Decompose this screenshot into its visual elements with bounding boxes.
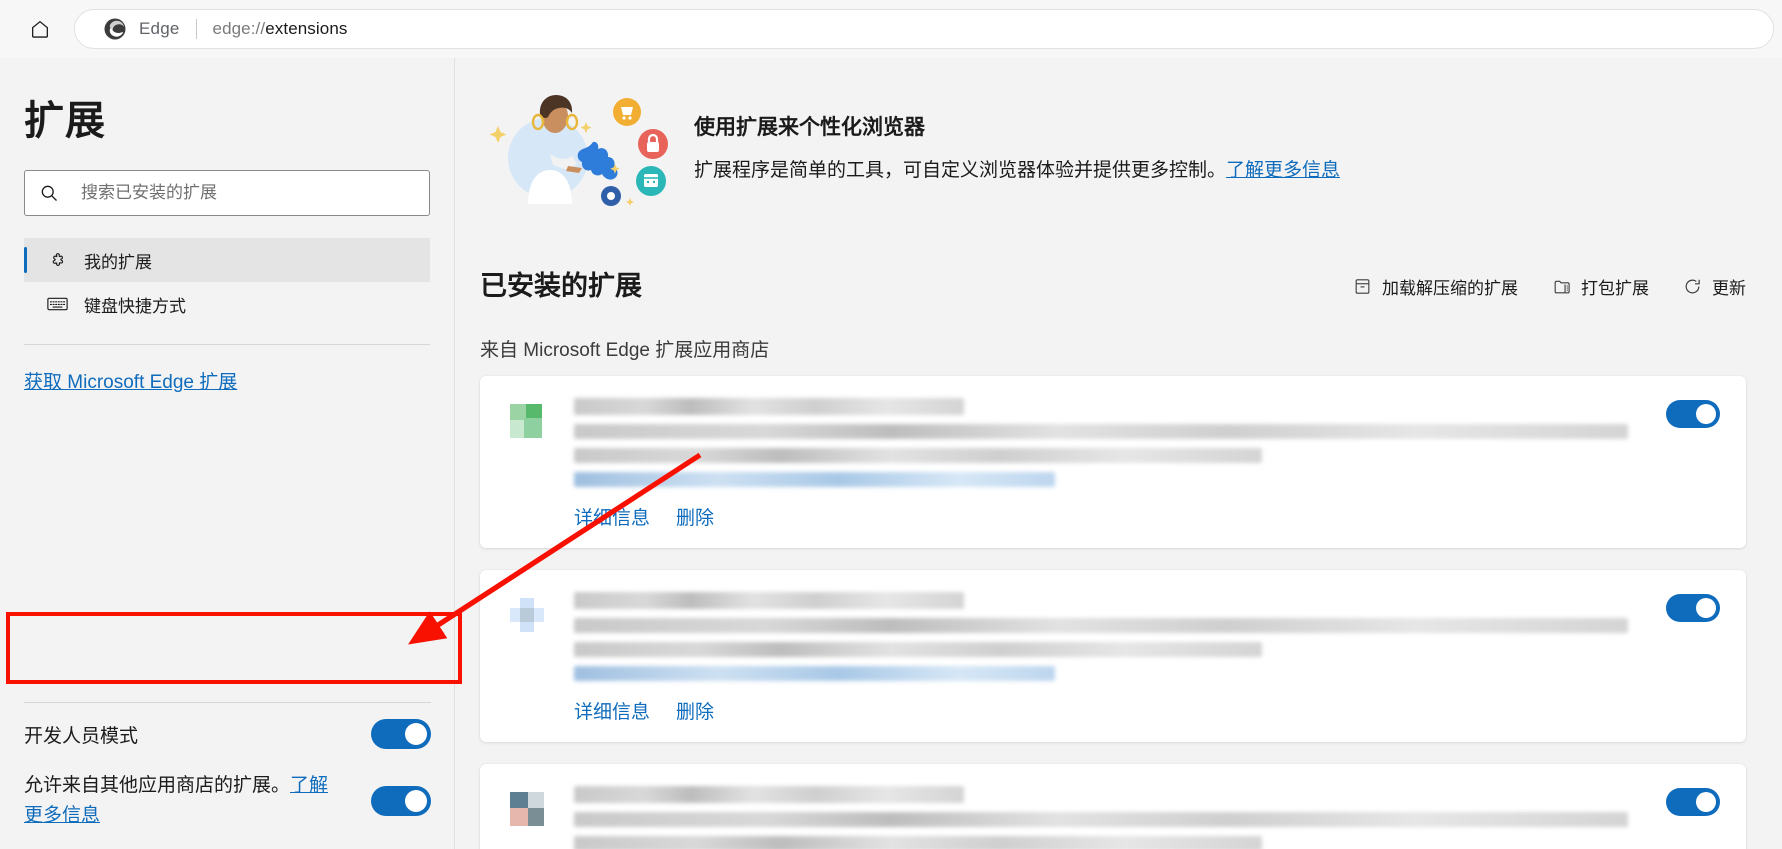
refresh-icon	[1685, 279, 1700, 294]
extension-description-redacted	[574, 424, 1629, 439]
package-icon	[1554, 280, 1570, 294]
extension-description-redacted	[574, 618, 1629, 633]
update-button[interactable]: 更新	[1683, 274, 1746, 299]
extension-icon	[508, 790, 546, 828]
extension-card-links: 详细信息 删除	[574, 697, 1720, 724]
hero-learn-more-link[interactable]: 了解更多信息	[1226, 160, 1340, 181]
extension-name-redacted	[574, 398, 964, 415]
sidebar-nav: 我的扩展 键盘快捷方式	[0, 238, 454, 326]
extensions-page: Edge edge://extensions 扩展 我的扩展	[0, 0, 1782, 849]
extensions-group-label: 来自 Microsoft Edge 扩展应用商店	[480, 340, 770, 361]
details-link[interactable]: 详细信息	[574, 697, 650, 724]
extension-name-redacted	[574, 786, 964, 803]
extension-info: 详细信息 删除	[574, 398, 1720, 530]
main-content: 使用扩展来个性化浏览器 扩展程序是简单的工具，可自定义浏览器体验并提供更多控制。…	[456, 58, 1782, 849]
developer-settings: 开发人员模式 允许来自其他应用商店的扩展。了解更多信息	[0, 702, 455, 831]
pack-extension-button[interactable]: 打包扩展	[1552, 274, 1649, 299]
extension-card[interactable]: 详细信息 删除	[480, 570, 1746, 742]
extension-description-redacted	[574, 448, 1262, 463]
search-box[interactable]	[24, 170, 430, 216]
hero-subtitle: 扩展程序是简单的工具，可自定义浏览器体验并提供更多控制。了解更多信息	[694, 155, 1340, 182]
extension-icon	[508, 596, 546, 634]
sidebar-item-keyboard-shortcuts[interactable]: 键盘快捷方式	[24, 282, 430, 326]
person-with-puzzle-illustration	[489, 95, 668, 206]
extension-name-redacted	[574, 592, 964, 609]
keyboard-icon	[46, 293, 68, 315]
sidebar-item-label: 我的扩展	[84, 252, 152, 272]
remove-link[interactable]: 删除	[676, 697, 714, 724]
sidebar-item-my-extensions[interactable]: 我的扩展	[24, 238, 430, 282]
extension-enable-toggle-wrap	[1666, 594, 1720, 622]
edge-logo-icon	[104, 18, 126, 40]
developer-mode-row: 开发人员模式	[24, 703, 431, 765]
developer-mode-toggle[interactable]	[371, 719, 431, 749]
puzzle-icon	[46, 249, 68, 271]
action-label: 加载解压缩的扩展	[1382, 279, 1518, 298]
sidebar: 扩展 我的扩展	[0, 58, 455, 849]
developer-mode-label: 开发人员模式	[24, 725, 139, 747]
search-icon	[41, 185, 57, 201]
toggle-knob	[1696, 598, 1716, 618]
hero-banner: 使用扩展来个性化浏览器 扩展程序是简单的工具，可自定义浏览器体验并提供更多控制。…	[456, 58, 1782, 206]
hero-subtitle-text: 扩展程序是简单的工具，可自定义浏览器体验并提供更多控制。	[694, 159, 1227, 181]
extension-enable-toggle[interactable]	[1666, 788, 1720, 816]
action-label: 更新	[1712, 279, 1746, 298]
home-button[interactable]	[20, 9, 60, 49]
hero-title: 使用扩展来个性化浏览器	[694, 115, 925, 139]
url-path: extensions	[265, 19, 348, 38]
toggle-knob	[405, 723, 427, 745]
extension-description-redacted	[574, 836, 1262, 849]
search-input[interactable]	[79, 182, 415, 204]
extension-card[interactable]: 详细信息 删除	[480, 764, 1746, 849]
toggle-knob	[1696, 404, 1716, 424]
address-bar[interactable]: Edge edge://extensions	[74, 9, 1774, 49]
address-url: edge://extensions	[213, 19, 348, 39]
extension-description-redacted	[574, 812, 1629, 827]
extension-card-links: 详细信息 删除	[574, 503, 1720, 530]
extension-list: 详细信息 删除 详细信息 删除	[480, 376, 1746, 849]
hero-text: 使用扩展来个性化浏览器 扩展程序是简单的工具，可自定义浏览器体验并提供更多控制。…	[694, 111, 1340, 182]
get-edge-extensions-link[interactable]: 获取 Microsoft Edge 扩展	[24, 367, 237, 394]
home-icon	[32, 20, 48, 38]
installed-section-title: 已安装的扩展	[480, 271, 642, 301]
extension-actions: 加载解压缩的扩展 打包扩展 更新	[1353, 274, 1746, 303]
sidebar-divider	[24, 344, 430, 345]
extension-icon	[508, 402, 546, 440]
browser-brand-label: Edge	[139, 19, 180, 38]
details-link[interactable]: 详细信息	[574, 503, 650, 530]
installed-section-header: 已安装的扩展 加载解压缩的扩展 打包扩展 更新	[480, 264, 1746, 303]
extension-info: 详细信息 删除	[574, 592, 1720, 724]
url-scheme: edge://	[212, 19, 266, 38]
browser-toolbar: Edge edge://extensions	[0, 0, 1782, 58]
load-unpacked-button[interactable]: 加载解压缩的扩展	[1353, 274, 1518, 299]
extension-link-redacted	[574, 472, 1056, 487]
sidebar-item-label: 键盘快捷方式	[84, 296, 186, 316]
extension-enable-toggle-wrap	[1666, 788, 1720, 816]
page-title: 扩展	[24, 99, 106, 143]
other-stores-text: 允许来自其他应用商店的扩展。	[24, 775, 291, 796]
extension-link-redacted	[574, 666, 1056, 681]
other-stores-toggle[interactable]	[371, 786, 431, 816]
toggle-knob	[1696, 792, 1716, 812]
extension-enable-toggle[interactable]	[1666, 594, 1720, 622]
other-stores-label: 允许来自其他应用商店的扩展。了解更多信息	[24, 771, 344, 831]
load-unpacked-icon	[1355, 279, 1370, 294]
extension-info: 详细信息 删除	[574, 786, 1720, 849]
toggle-knob	[405, 790, 427, 812]
extension-enable-toggle[interactable]	[1666, 400, 1720, 428]
remove-link[interactable]: 删除	[676, 503, 714, 530]
extension-enable-toggle-wrap	[1666, 400, 1720, 428]
other-stores-row: 允许来自其他应用商店的扩展。了解更多信息	[24, 765, 431, 831]
extension-description-redacted	[574, 642, 1262, 657]
extension-card[interactable]: 详细信息 删除	[480, 376, 1746, 548]
address-separator	[195, 19, 197, 39]
action-label: 打包扩展	[1581, 279, 1649, 298]
